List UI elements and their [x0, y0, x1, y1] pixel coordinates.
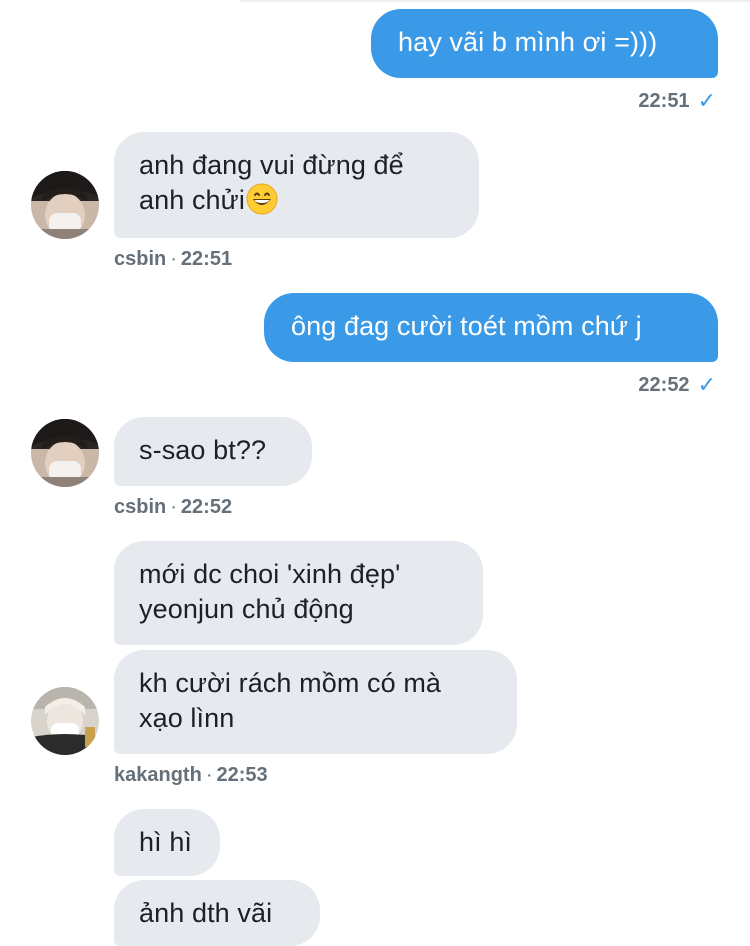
- message-text: ảnh dth vãi: [139, 898, 273, 928]
- message-bubble-incoming[interactable]: mới dc choi 'xinh đẹp' yeonjun chủ động: [114, 541, 483, 645]
- message-bubble-incoming[interactable]: s-sao bt??: [114, 417, 312, 486]
- message-meta: csbin · 22:51: [114, 248, 232, 271]
- grinning-face-emoji: [246, 183, 278, 215]
- message-text-line: anh đang vui đừng để: [139, 150, 404, 180]
- message-text-line: yeonjun chủ động: [139, 594, 354, 624]
- message-meta: 22:51 ✓: [638, 88, 716, 114]
- message-bubble-incoming[interactable]: ảnh dth vãi: [114, 880, 320, 946]
- message-bubble-incoming[interactable]: kh cười rách mồm có mà xạo lìnn: [114, 650, 517, 754]
- message-time: 22:52: [180, 496, 233, 518]
- separator-dot: ·: [205, 764, 213, 786]
- message-bubble-outgoing[interactable]: hay vãi b mình ơi =))): [371, 9, 718, 78]
- message-text-line: anh chửi: [139, 185, 245, 215]
- message-time: 22:51: [180, 248, 233, 270]
- sender-name[interactable]: csbin: [114, 496, 166, 518]
- message-text: s-sao bt??: [139, 435, 267, 465]
- separator-dot: ·: [170, 496, 177, 518]
- divider: [240, 0, 750, 2]
- check-icon: ✓: [697, 372, 716, 397]
- message-time: 22:53: [216, 764, 268, 786]
- message-text-line: kh cười rách mồm có mà: [139, 668, 442, 698]
- avatar[interactable]: [31, 419, 99, 487]
- sender-name[interactable]: csbin: [114, 248, 166, 270]
- message-text-line: xạo lìnn: [139, 703, 235, 733]
- message-bubble-outgoing[interactable]: ông đag cười toét mồm chứ j: [264, 293, 718, 362]
- sender-name[interactable]: kakangth: [114, 764, 202, 786]
- message-meta: csbin · 22:52: [114, 496, 232, 519]
- message-text-line: mới dc choi 'xinh đẹp': [139, 559, 401, 589]
- avatar[interactable]: [31, 171, 99, 239]
- message-meta: 22:52 ✓: [638, 372, 716, 398]
- message-text: hay vãi b mình ơi =))): [398, 27, 658, 57]
- message-meta: kakangth · 22:53: [114, 764, 268, 787]
- message-bubble-incoming[interactable]: anh đang vui đừng để anh chửi: [114, 132, 479, 238]
- message-text: hì hì: [139, 827, 193, 857]
- check-icon: ✓: [697, 88, 716, 113]
- avatar[interactable]: [31, 687, 99, 755]
- conversation-screen: hay vãi b mình ơi =))) 22:51 ✓ anh đang v…: [0, 0, 750, 946]
- message-text: ông đag cười toét mồm chứ j: [291, 311, 642, 341]
- separator-dot: ·: [170, 248, 177, 270]
- message-time: 22:52: [638, 374, 690, 396]
- message-time: 22:51: [638, 90, 690, 112]
- message-bubble-incoming[interactable]: hì hì: [114, 809, 220, 876]
